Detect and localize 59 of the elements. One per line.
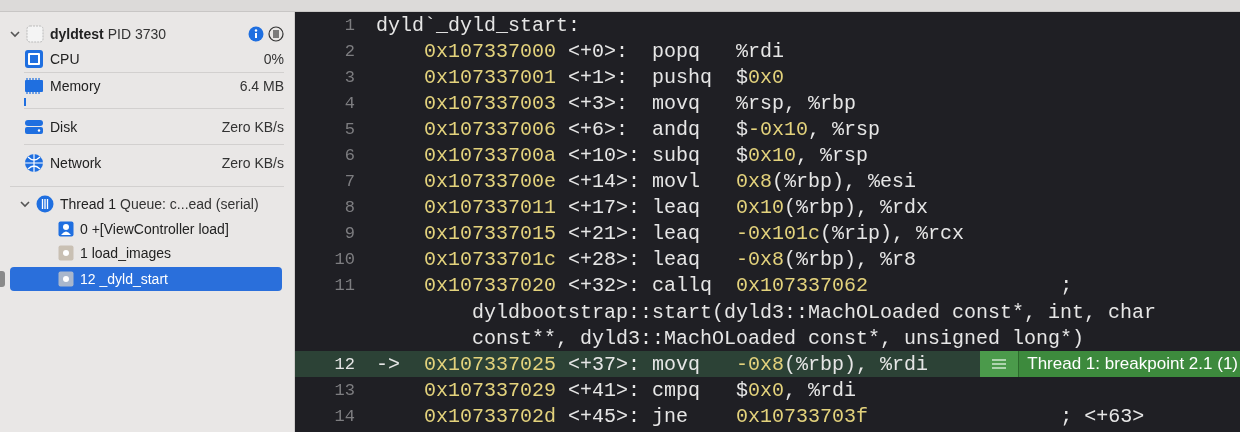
line-number: 3	[344, 67, 355, 87]
code-line: 0x107337006 <+6>: andq $-0x10, %rsp	[424, 117, 881, 141]
chevron-icon[interactable]	[10, 29, 20, 39]
line-number: 7	[344, 172, 355, 192]
line-number: 5	[344, 119, 355, 139]
line-number: 4	[344, 93, 355, 113]
instruction-pointer: ->	[376, 352, 400, 376]
gauge-label: Memory	[50, 77, 101, 94]
menu-button[interactable]	[980, 351, 1020, 378]
stack-frame[interactable]: 0 +[ViewController load]	[10, 217, 284, 241]
gauge-value: 0%	[263, 51, 284, 67]
symbol-comment: const**, dyld3::MachOLoaded const*, unsigned long*)	[471, 326, 1085, 350]
line-number: 1	[344, 15, 355, 35]
thread-label[interactable]: Thread 1	[60, 196, 117, 212]
line-number: 2	[344, 41, 355, 61]
line-number: 10	[334, 250, 355, 270]
globe-icon	[24, 152, 44, 173]
threads-icon	[268, 26, 284, 42]
symbol-comment: dyldbootstrap::start(dyld3::MachOLoaded const*, int, char	[471, 300, 1157, 324]
code-line: 0x107337000 <+0>: popq %rdi	[424, 39, 785, 63]
code-line: 0x10733700a <+10>: subq $0x10, %rsp	[424, 144, 869, 167]
gauge-label: CPU	[50, 51, 80, 67]
frame-marker	[0, 271, 5, 287]
code-line: 0x10733700e <+14>: movl 0x8(%rbp), %esi	[424, 170, 917, 194]
thread-icon	[36, 195, 54, 213]
line-number: 6	[344, 146, 355, 165]
queue-label: Queue: c...ead (serial)	[120, 196, 259, 212]
info-icon	[248, 26, 264, 42]
gauge-label: Network	[50, 154, 102, 171]
person-icon	[58, 221, 74, 237]
code-line: 0x107337011 <+17>: leaq 0x10(%rbp), %rdx	[424, 196, 929, 220]
memory-chip-icon	[24, 75, 44, 96]
code-line: 0x10733701c <+28>: leaq -0x8(%rbp), %r8	[424, 248, 917, 272]
line-number: 13	[334, 380, 355, 400]
line-number: 11	[334, 276, 355, 296]
code-line: dyld`_dyld_start:	[376, 13, 581, 37]
gauge-value: Zero KB/s	[221, 154, 284, 171]
cpu-icon	[24, 49, 44, 69]
gauge-value: Zero KB/s	[221, 118, 284, 135]
breakpoint-annotation: Thread 1: breakpoint 2.1 (1)	[1026, 353, 1239, 376]
process-name: dyldtest	[50, 26, 104, 42]
line-number: 12	[334, 354, 355, 374]
code-line: 0x107337029 <+41>: cmpq $0x0, %rdi	[424, 378, 857, 402]
stack-frame[interactable]: 1 load_images	[10, 241, 284, 265]
code-line: 0x107337001 <+1>: pushq $0x0	[424, 65, 785, 89]
code-line: 0x107337003 <+3>: movq %rsp, %rbp	[424, 91, 857, 115]
app-icon	[26, 25, 44, 43]
chevron-icon[interactable]	[20, 199, 30, 209]
code-line: 0x107337025 <+37>: movq -0x8(%rbp), %rdi	[424, 352, 929, 376]
gauge-value: 6.4 MB	[239, 77, 284, 94]
line-number: 8	[344, 198, 355, 218]
code-line: 0x107337015 <+21>: leaq -0x101c(%rip), %rcx	[424, 222, 965, 246]
menu-icon	[992, 359, 1007, 370]
line-number: 14	[334, 406, 355, 426]
line-number: 9	[344, 224, 355, 244]
code-line: 0x107337020 <+32>: callq 0x107337062 ;	[424, 274, 1073, 298]
code-line: 0x10733702d <+45>: jne 0x10733703f ; <+63>	[424, 404, 1145, 428]
gauge-label: Disk	[50, 118, 78, 135]
process-id: PID 3730	[107, 26, 167, 42]
